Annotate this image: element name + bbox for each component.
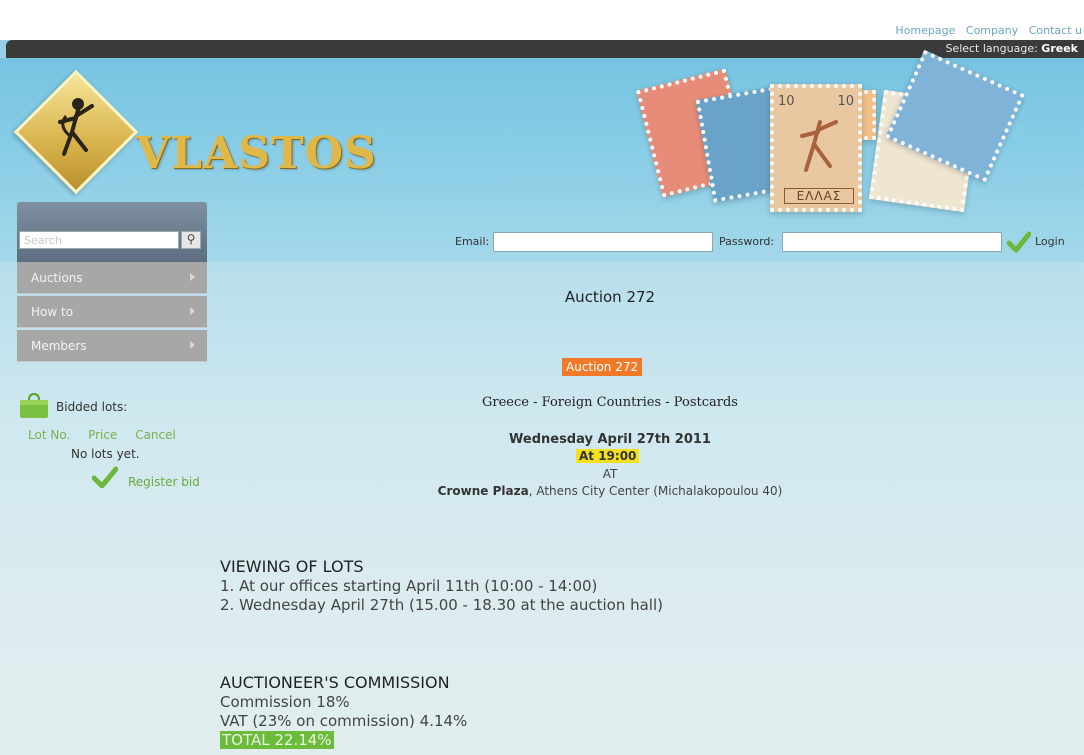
- commission-total: TOTAL 22.14%: [220, 731, 334, 749]
- column-price: Price: [88, 428, 118, 442]
- stamp-value: 10: [837, 94, 854, 109]
- viewing-line: 1. At our offices starting April 11th (1…: [220, 577, 598, 595]
- sidebar-item-members[interactable]: Members: [17, 330, 207, 362]
- stamp-country-text: ΕΛΛΑΣ: [784, 188, 854, 204]
- sidebar-item-label: Members: [31, 339, 87, 353]
- commission-line: VAT (23% on commission) 4.14%: [220, 712, 468, 730]
- chevron-right-icon: [190, 273, 195, 281]
- hermes-figure-icon: [58, 98, 94, 156]
- register-bid-link[interactable]: Register bid: [128, 475, 200, 489]
- commission-total-value: TOTAL 22.14%: [220, 731, 334, 749]
- password-label: Password:: [719, 235, 775, 248]
- chevron-right-icon: [190, 307, 195, 315]
- at-label: AT: [602, 467, 618, 481]
- auction-subtitle: Greece - Foreign Countries - Postcards: [482, 395, 738, 410]
- auction-venue: Crowne Plaza, Athens City Center (Michal…: [380, 484, 840, 498]
- sidebar-item-label: How to: [31, 305, 74, 319]
- venue-name: Crowne Plaza: [437, 484, 529, 498]
- email-label: Email:: [455, 235, 490, 248]
- venue-detail: , Athens City Center (Michalakopoulou 40…: [528, 484, 783, 498]
- stamp-hermes-image: 10 10 ΕΛΛΑΣ: [770, 84, 862, 212]
- sidebar-item-label: Auctions: [31, 271, 83, 285]
- stamp-value: 10: [778, 94, 795, 109]
- green-check-icon[interactable]: [92, 466, 118, 488]
- bidded-lots-title: Bidded lots:: [56, 400, 128, 414]
- brand-name[interactable]: VLASTOS: [136, 128, 377, 179]
- search-input[interactable]: [19, 231, 179, 249]
- language-label: Select language:: [945, 42, 1038, 55]
- shopping-bag-icon: [20, 393, 48, 418]
- column-cancel: Cancel: [135, 428, 176, 442]
- nav-contact-link[interactable]: Contact u: [1029, 24, 1082, 37]
- search-icon[interactable]: ⚲: [181, 231, 201, 249]
- column-lot-no: Lot No.: [28, 428, 71, 442]
- commission-line: Commission 18%: [220, 693, 350, 711]
- language-selector[interactable]: Greek: [1041, 42, 1078, 55]
- auction-badge: Auction 272: [562, 358, 643, 376]
- auction-time: At 19:00: [576, 449, 640, 463]
- page-title: Auction 272: [564, 288, 656, 306]
- login-button[interactable]: Login: [1035, 235, 1065, 248]
- sidebar-item-auctions[interactable]: Auctions: [17, 262, 207, 294]
- no-lots-text: No lots yet.: [71, 447, 140, 461]
- auction-date: Wednesday April 27th 2011: [509, 432, 711, 447]
- email-field[interactable]: [493, 232, 713, 252]
- password-field[interactable]: [782, 232, 1002, 252]
- nav-homepage-link[interactable]: Homepage: [895, 24, 955, 37]
- commission-heading: AUCTIONEER'S COMMISSION: [220, 673, 450, 692]
- bidded-lots-columns: Lot No. Price Cancel: [28, 428, 190, 442]
- top-nav: Homepage Company Contact u: [888, 24, 1082, 37]
- green-check-icon[interactable]: [1007, 231, 1031, 253]
- chevron-right-icon: [190, 341, 195, 349]
- viewing-line: 2. Wednesday April 27th (15.00 - 18.30 a…: [220, 596, 663, 614]
- sidebar-item-how-to[interactable]: How to: [17, 296, 207, 328]
- stamp-hermes-figure: [800, 120, 838, 172]
- nav-company-link[interactable]: Company: [966, 24, 1018, 37]
- viewing-heading: VIEWING OF LOTS: [220, 557, 364, 576]
